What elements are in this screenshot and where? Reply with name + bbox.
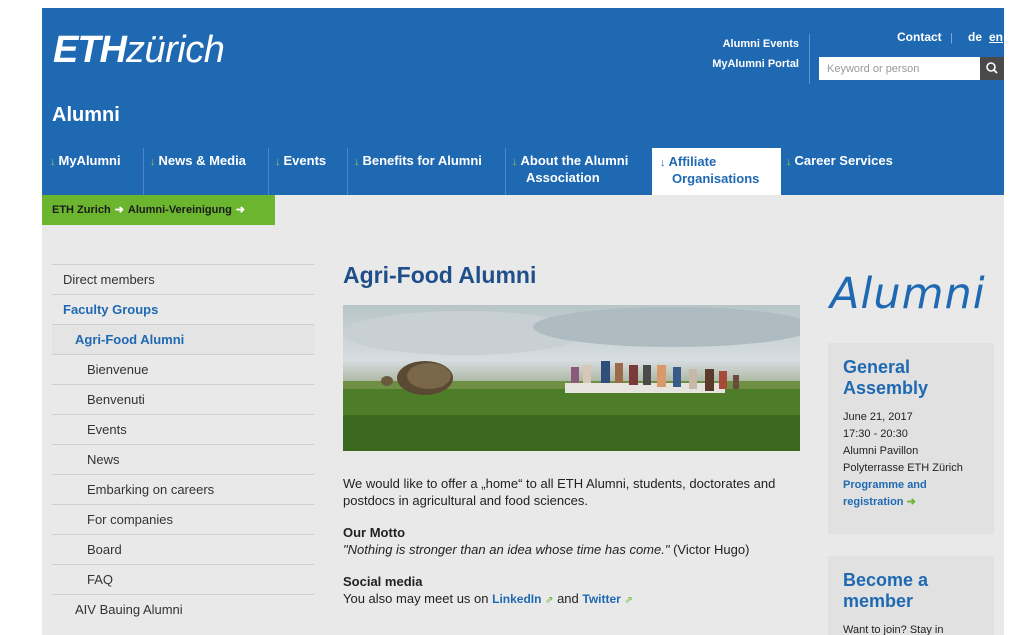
arrow-right-icon: ➜ — [114, 204, 124, 216]
eth-zurich-logo[interactable]: ETHzürich — [53, 30, 225, 70]
search-button[interactable] — [980, 57, 1004, 80]
main-content: Agri-Food Alumni We would like to offer … — [343, 262, 803, 609]
content-area: Direct members Faculty Groups Agri-Food … — [42, 225, 1004, 635]
arrow-down-icon: ↓ — [150, 156, 156, 168]
alumni-events-link[interactable]: Alumni Events — [712, 34, 799, 54]
social-media-text: You also may meet us on LinkedIn ⇗ and T… — [343, 591, 633, 606]
site-header: ETHzürich Alumni Alumni Events MyAlumni … — [42, 8, 1004, 195]
become-member-box: Become a member Want to join? Stay in — [828, 556, 994, 635]
arrow-down-icon: ↓ — [512, 156, 518, 168]
leftnav-benvenuti[interactable]: Benvenuti — [52, 384, 314, 414]
external-link-icon: ⇗ — [624, 595, 633, 606]
social-media-heading: Social media — [343, 574, 423, 589]
assembly-date: June 21, 2017 — [843, 411, 913, 423]
search-icon — [986, 62, 998, 74]
main-nav: ↓ MyAlumni ↓ News & Media ↓ Events ↓ Benefit… — [42, 148, 1004, 195]
motto-heading: Our Motto — [343, 525, 406, 540]
nav-benefits[interactable]: ↓ Benefits for Alumni — [347, 148, 504, 195]
arrow-down-icon: ↓ — [660, 157, 666, 169]
site-title[interactable]: Alumni — [52, 104, 120, 127]
contact-link[interactable]: Contact — [897, 30, 942, 44]
intro-text: We would like to offer a „home“ to all E… — [343, 476, 776, 508]
content-panel: Direct members Faculty Groups Agri-Food … — [42, 225, 1004, 635]
motto-quote: "Nothing is stronger than an idea whose … — [343, 542, 670, 557]
leftnav-news[interactable]: News — [52, 444, 314, 474]
nav-career-services[interactable]: ↓ Career Services — [786, 148, 926, 195]
breadcrumb-eth-zurich[interactable]: ETH Zurich — [52, 204, 111, 216]
assembly-time: 17:30 - 20:30 — [843, 428, 908, 440]
language-de-link[interactable]: de — [968, 30, 982, 44]
nav-affiliate-organisations[interactable]: ↓ Affiliate Organisations — [652, 148, 781, 195]
arrow-right-icon: ➜ — [906, 496, 916, 508]
assembly-place: Alumni Pavillon — [843, 445, 919, 457]
leftnav-bienvenue[interactable]: Bienvenue — [52, 354, 314, 384]
leftnav-faculty-groups[interactable]: Faculty Groups — [52, 294, 314, 324]
leftnav-for-companies[interactable]: For companies — [52, 504, 314, 534]
motto-text: "Nothing is stronger than an idea whose … — [343, 541, 803, 558]
linkedin-link[interactable]: LinkedIn — [492, 592, 541, 606]
arrow-down-icon: ↓ — [786, 156, 792, 168]
become-member-title: Become a member — [843, 570, 929, 611]
leftnav-agri-food-alumni[interactable]: Agri-Food Alumni — [52, 324, 314, 354]
language-separator: | — [950, 32, 953, 44]
search-input[interactable] — [819, 57, 980, 80]
leftnav-embarking-on-careers[interactable]: Embarking on careers — [52, 474, 314, 504]
leftnav-aiv-bauing-alumni[interactable]: AIV Bauing Alumni — [52, 594, 314, 624]
leftnav-board[interactable]: Board — [52, 534, 314, 564]
general-assembly-title: General Assembly — [843, 357, 929, 398]
leftnav-faq[interactable]: FAQ — [52, 564, 314, 594]
motto-author: (Victor Hugo) — [669, 542, 750, 557]
arrow-down-icon: ↓ — [50, 156, 56, 168]
breadcrumb-alumni-vereinigung[interactable]: Alumni-Vereinigung — [128, 204, 232, 216]
leftnav-direct-members[interactable]: Direct members — [52, 264, 314, 294]
myalumni-portal-link[interactable]: MyAlumni Portal — [712, 54, 799, 74]
programme-registration-link[interactable]: Programme and registration ➜ — [843, 477, 979, 511]
top-links: Alumni Events MyAlumni Portal — [712, 34, 799, 74]
page: ETHzürich Alumni Alumni Events MyAlumni … — [42, 8, 1004, 635]
header-divider — [809, 34, 810, 84]
general-assembly-box: General Assembly June 21, 2017 17:30 - 2… — [828, 343, 994, 534]
nav-myalumni[interactable]: ↓ MyAlumni — [50, 148, 142, 195]
nav-about-association[interactable]: ↓ About the Alumni Association — [505, 148, 651, 195]
arrow-right-icon: ➜ — [235, 204, 246, 216]
page-title: Agri-Food Alumni — [343, 262, 537, 288]
arrow-down-icon: ↓ — [354, 156, 360, 168]
nav-events[interactable]: ↓ Events — [268, 148, 346, 195]
field-dinner-illustration — [343, 307, 800, 451]
arrow-down-icon: ↓ — [275, 156, 281, 168]
left-navigation: Direct members Faculty Groups Agri-Food … — [52, 264, 314, 624]
leftnav-events[interactable]: Events — [52, 414, 314, 444]
breadcrumb: ETH Zurich ➜ Alumni-Vereinigung ➜ — [42, 195, 275, 225]
language-en-link[interactable]: en — [989, 30, 1003, 44]
assembly-location: Polyterrasse ETH Zürich — [843, 462, 963, 474]
twitter-link[interactable]: Twitter — [582, 592, 620, 606]
alumni-logo: Alumni — [830, 269, 986, 319]
nav-news-media[interactable]: ↓ News & Media — [143, 148, 267, 195]
hero-image — [343, 305, 800, 451]
become-member-text: Want to join? Stay in — [843, 624, 944, 635]
